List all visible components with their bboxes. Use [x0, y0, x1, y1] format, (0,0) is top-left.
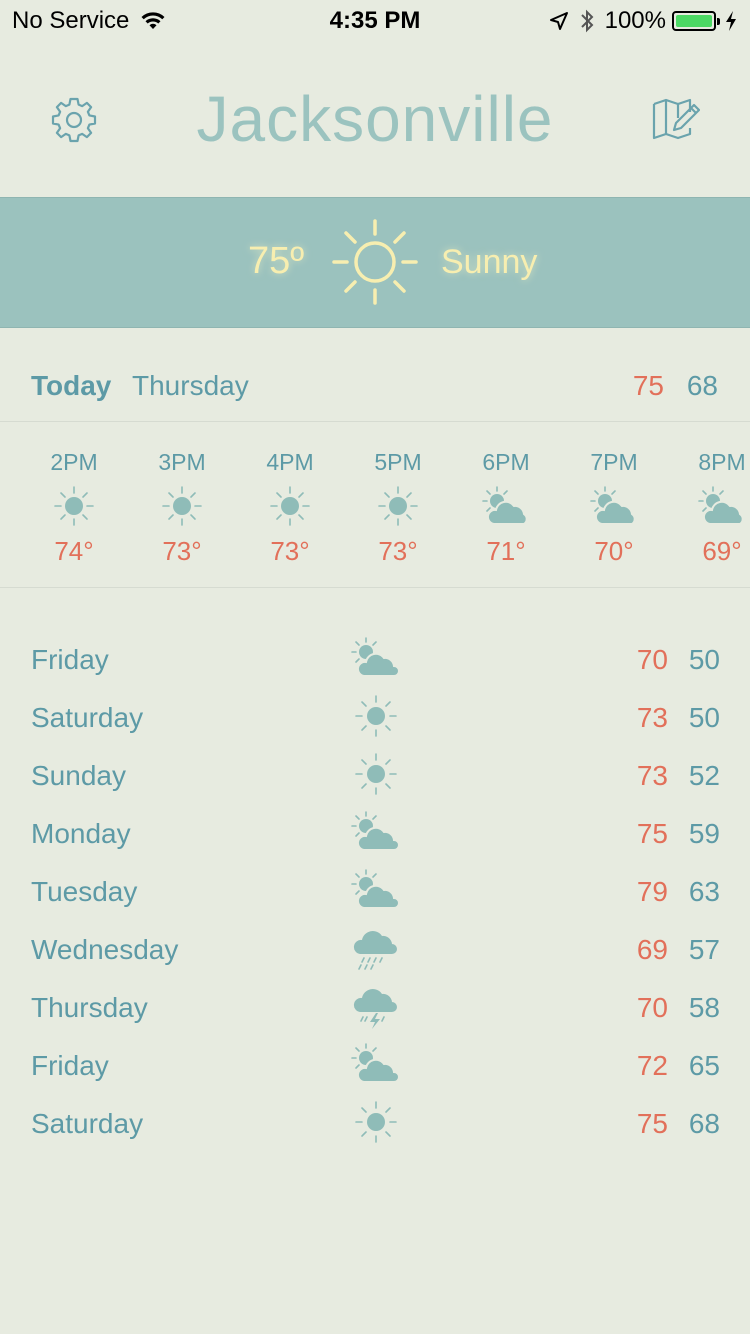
hour-time: 5PM	[374, 449, 422, 475]
battery-icon	[672, 11, 720, 31]
sun-icon	[355, 695, 397, 737]
partly-cloudy-icon	[351, 637, 400, 677]
rain-icon	[353, 931, 397, 970]
battery-tip	[717, 18, 720, 25]
day-high: 79	[636, 876, 668, 907]
day-name: Thursday	[31, 992, 148, 1023]
hour-time: 3PM	[158, 449, 206, 475]
hour-item: 5PM 73°	[344, 422, 452, 587]
day-low: 50	[688, 644, 720, 675]
hour-item: 4PM 73°	[236, 422, 344, 587]
hour-time: 8PM	[698, 449, 746, 475]
today-summary: Today Thursday 75 68	[0, 330, 750, 422]
current-condition: Sunny	[441, 243, 538, 281]
partly-cloudy-icon	[590, 486, 636, 525]
day-row: Tuesday 79 63	[0, 862, 750, 920]
sun-icon	[332, 219, 418, 305]
day-high: 69	[636, 934, 668, 965]
hour-time: 2PM	[50, 449, 98, 475]
day-name: Saturday	[31, 702, 144, 733]
day-low: 58	[688, 992, 720, 1023]
sun-icon	[54, 486, 94, 526]
map-edit-icon[interactable]	[652, 96, 700, 144]
hour-item: 8PM 69°	[668, 422, 750, 587]
partly-cloudy-icon	[351, 869, 400, 909]
hour-temperature: 69°	[702, 536, 742, 566]
hour-item: 7PM 70°	[560, 422, 668, 587]
day-high: 70	[636, 644, 668, 675]
day-low: 59	[688, 818, 720, 849]
hour-temperature: 74°	[54, 536, 94, 566]
status-bar: No Service 4:35 PM 100%	[0, 0, 750, 40]
hour-temperature: 73°	[378, 536, 418, 566]
day-high: 73	[636, 760, 668, 791]
hourly-forecast[interactable]: 2PM 74° 3PM 73° 4PM 73° 5PM 73° 6PM 71° …	[0, 422, 750, 588]
weather-screen: No Service 4:35 PM 100% Jacksonville 75º…	[0, 0, 750, 1334]
day-row: Saturday 75 68	[0, 1094, 750, 1152]
day-name: Friday	[31, 644, 109, 675]
hour-time: 7PM	[590, 449, 638, 475]
day-high: 70	[636, 992, 668, 1023]
day-row: Saturday 73 50	[0, 688, 750, 746]
day-low: 63	[688, 876, 720, 907]
today-label: Today	[31, 370, 112, 401]
hour-temperature: 71°	[486, 536, 526, 566]
day-low: 65	[688, 1050, 720, 1081]
today-day: Thursday	[132, 370, 249, 401]
day-low: 57	[688, 934, 720, 965]
sun-icon	[355, 1101, 397, 1143]
thunderstorm-icon	[353, 989, 397, 1029]
current-temperature: 75º	[248, 240, 305, 282]
header: Jacksonville	[0, 40, 750, 197]
day-row: Sunday 73 52	[0, 746, 750, 804]
sun-icon	[378, 486, 418, 526]
sun-icon	[270, 486, 310, 526]
bluetooth-icon	[580, 9, 594, 33]
battery-percent: 100%	[604, 7, 666, 34]
hour-time: 6PM	[482, 449, 530, 475]
day-low: 50	[688, 702, 720, 733]
charging-bolt-icon	[726, 11, 736, 31]
sun-icon	[162, 486, 202, 526]
day-row: Friday 72 65	[0, 1036, 750, 1094]
hour-time: 4PM	[266, 449, 314, 475]
hour-item: 2PM 74°	[20, 422, 128, 587]
day-high: 75	[636, 1108, 668, 1139]
day-name: Saturday	[31, 1108, 144, 1139]
partly-cloudy-icon	[698, 486, 744, 525]
status-right: 100%	[549, 7, 738, 35]
day-high: 72	[636, 1050, 668, 1081]
day-row: Friday 70 50	[0, 630, 750, 688]
hour-temperature: 73°	[270, 536, 310, 566]
today-low: 68	[686, 370, 718, 401]
partly-cloudy-icon	[351, 811, 400, 851]
battery-level	[676, 15, 712, 27]
today-high: 75	[632, 370, 664, 401]
sun-icon	[355, 753, 397, 795]
city-title: Jacksonville	[196, 83, 554, 155]
day-row: Thursday 70 58	[0, 978, 750, 1036]
partly-cloudy-icon	[351, 1043, 400, 1083]
day-high: 73	[636, 702, 668, 733]
day-low: 68	[688, 1108, 720, 1139]
day-name: Sunday	[31, 760, 126, 791]
day-low: 52	[688, 760, 720, 791]
hour-temperature: 70°	[594, 536, 634, 566]
day-name: Friday	[31, 1050, 109, 1081]
day-name: Tuesday	[31, 876, 138, 907]
hour-item: 6PM 71°	[452, 422, 560, 587]
current-conditions: 75º Sunny	[0, 197, 750, 328]
day-row: Wednesday 69 57	[0, 920, 750, 978]
hour-item: 3PM 73°	[128, 422, 236, 587]
hour-temperature: 73°	[162, 536, 202, 566]
day-name: Wednesday	[31, 934, 179, 965]
day-name: Monday	[31, 818, 131, 849]
partly-cloudy-icon	[482, 486, 528, 525]
location-arrow-icon	[549, 12, 568, 30]
day-row: Monday 75 59	[0, 804, 750, 862]
day-high: 75	[636, 818, 668, 849]
